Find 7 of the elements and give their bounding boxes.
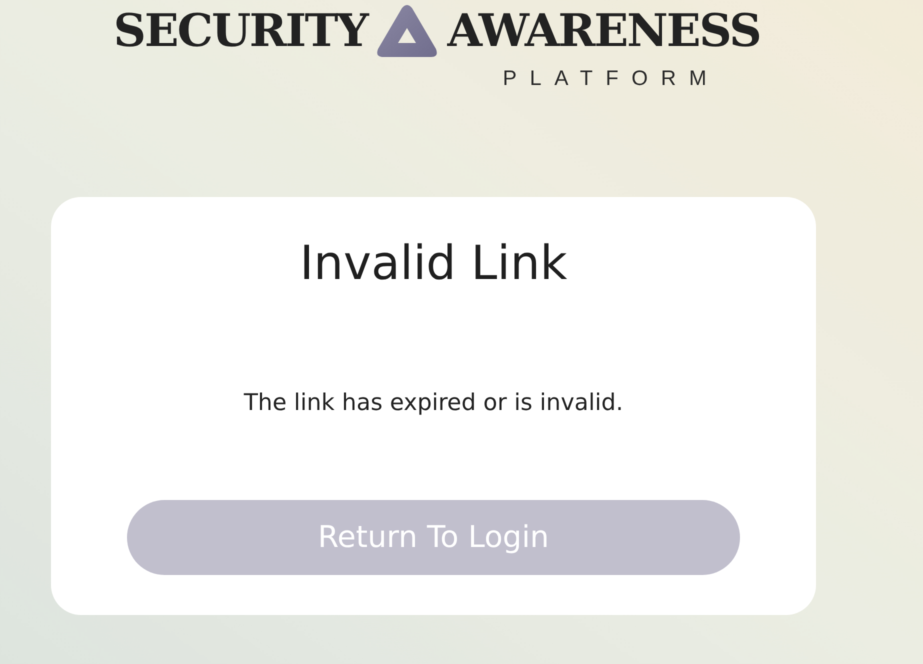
logo-word: AWARENESS [447,4,760,58]
logo-word: SECURITY [114,4,368,58]
triangle-logo-icon [376,4,438,58]
card-title: Invalid Link [300,236,568,292]
message-text: The link has expired or is invalid. [244,389,624,418]
logo-subtitle: PLATFORM [502,67,720,91]
return-to-login-button[interactable]: Return To Login [127,500,740,575]
